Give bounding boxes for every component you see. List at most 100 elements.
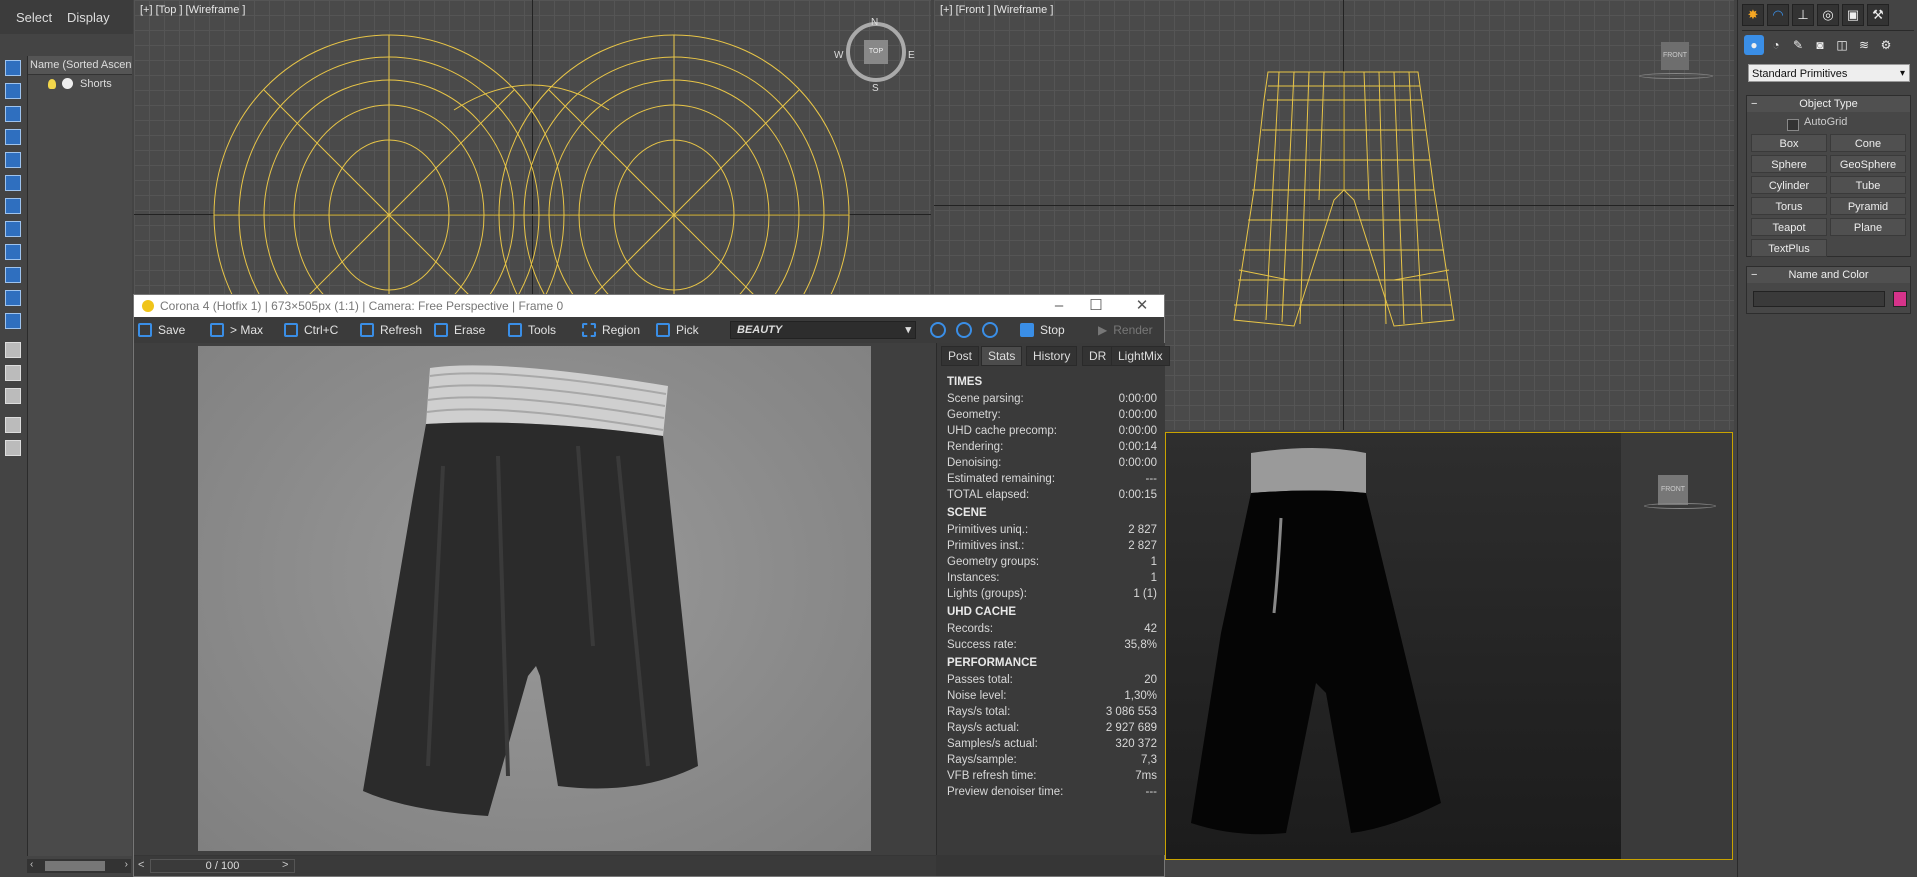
stat-value: 35,8% (1124, 639, 1157, 651)
cameras-category-icon[interactable]: ◙ (1810, 35, 1830, 55)
systems-category-icon[interactable]: ⚙ (1876, 35, 1896, 55)
minimize-icon[interactable]: – (1039, 295, 1079, 317)
viewcube-perspective[interactable]: FRONT (1658, 475, 1688, 505)
spacewarps-category-icon[interactable]: ≋ (1854, 35, 1874, 55)
stop-button[interactable]: Stop (1020, 321, 1065, 339)
filter-icon[interactable] (5, 417, 21, 433)
menu-select[interactable]: Select (16, 10, 52, 25)
scroll-right-icon[interactable]: › (125, 859, 128, 870)
box-button[interactable]: Box (1751, 134, 1827, 152)
display-shapes-icon[interactable] (5, 106, 21, 122)
rendered-image[interactable] (198, 346, 871, 851)
list-item[interactable]: Shorts (28, 75, 132, 93)
history-next-icon[interactable]: > (282, 859, 288, 871)
tab-stats[interactable]: Stats (981, 346, 1023, 366)
render-pass-dropdown[interactable]: BEAUTY ▾ (730, 321, 916, 339)
display-groups-icon[interactable] (5, 221, 21, 237)
viewport-top-label[interactable]: [+] [Top ] [Wireframe ] (140, 4, 245, 16)
display-geometry-icon[interactable] (5, 83, 21, 99)
rollout-header[interactable]: − Object Type (1747, 96, 1910, 112)
refresh-button[interactable]: Refresh (360, 321, 422, 339)
close-icon[interactable]: ✕ (1122, 295, 1162, 317)
select-all-icon[interactable] (5, 60, 21, 76)
zoom-fit-icon[interactable] (982, 322, 998, 338)
display-xrefs-icon[interactable] (5, 244, 21, 260)
display-containers-icon[interactable] (5, 290, 21, 306)
scroll-left-icon[interactable]: ‹ (30, 859, 33, 870)
torus-button[interactable]: Torus (1751, 197, 1827, 215)
stat-key: Preview denoiser time: (947, 786, 1064, 798)
hierarchy-icon[interactable] (5, 365, 21, 381)
utilities-tab-icon[interactable]: ⚒ (1867, 4, 1889, 26)
display-frozen-icon[interactable] (5, 313, 21, 329)
sort-icon[interactable] (5, 440, 21, 456)
viewport-front-label[interactable]: [+] [Front ] [Wireframe ] (940, 4, 1053, 16)
geometry-category-icon[interactable]: ● (1744, 35, 1764, 55)
play-icon: ▶ (1098, 323, 1108, 337)
autogrid-checkbox[interactable] (1787, 119, 1799, 131)
teapot-button[interactable]: Teapot (1751, 218, 1827, 236)
stat-key: Primitives inst.: (947, 540, 1025, 552)
plane-button[interactable]: Plane (1830, 218, 1906, 236)
zoom-in-icon[interactable] (930, 322, 946, 338)
find-icon[interactable] (5, 388, 21, 404)
light-bulb-icon[interactable] (48, 79, 56, 89)
viewcube-top[interactable]: TOP (864, 40, 888, 64)
cone-button[interactable]: Cone (1830, 134, 1906, 152)
tab-history[interactable]: History (1026, 346, 1078, 366)
render-button[interactable]: ▶ Render (1098, 321, 1153, 339)
scrollbar-thumb[interactable] (45, 861, 105, 871)
create-tab-icon[interactable]: ✸ (1742, 4, 1764, 26)
tube-button[interactable]: Tube (1830, 176, 1906, 194)
sphere-button[interactable]: Sphere (1751, 155, 1827, 173)
vfb-titlebar[interactable]: Corona 4 (Hotfix 1) | 673×505px (1:1) | … (134, 295, 1164, 317)
display-lights-icon[interactable] (5, 129, 21, 145)
motion-tab-icon[interactable]: ◎ (1817, 4, 1839, 26)
cylinder-button[interactable]: Cylinder (1751, 176, 1827, 194)
to-max-button[interactable]: > Max (210, 321, 263, 339)
geosphere-button[interactable]: GeoSphere (1830, 155, 1906, 173)
name-column-header[interactable]: Name (Sorted Ascending) (28, 56, 132, 75)
zoom-out-icon[interactable] (956, 322, 972, 338)
erase-button[interactable]: Erase (434, 321, 485, 339)
helpers-category-icon[interactable]: ◫ (1832, 35, 1852, 55)
region-button[interactable]: Region (582, 321, 640, 339)
viewcube-compass[interactable]: TOP (846, 22, 906, 82)
menu-display[interactable]: Display (67, 10, 110, 25)
tab-post[interactable]: Post (941, 346, 980, 366)
layer-icon[interactable] (5, 342, 21, 358)
display-tab-icon[interactable]: ▣ (1842, 4, 1864, 26)
tab-dr[interactable]: DR (1082, 346, 1114, 366)
shapes-category-icon[interactable]: ◔ (1766, 35, 1786, 55)
stat-value: 7,3 (1141, 754, 1157, 766)
vfb-canvas-area[interactable] (134, 343, 936, 855)
maximize-icon[interactable]: ☐ (1076, 295, 1116, 317)
tools-icon (508, 323, 522, 337)
stat-value: 0:00:00 (1118, 393, 1157, 405)
object-name-input[interactable] (1753, 291, 1885, 307)
display-cameras-icon[interactable] (5, 152, 21, 168)
rollout-header[interactable]: − Name and Color (1747, 267, 1910, 283)
viewport-perspective[interactable]: FRONT (1165, 432, 1733, 860)
save-button[interactable]: Save (138, 321, 185, 339)
tools-button[interactable]: Tools (508, 321, 556, 339)
perspective-shorts-render[interactable] (1166, 433, 1621, 859)
pyramid-button[interactable]: Pyramid (1830, 197, 1906, 215)
lights-category-icon[interactable]: ✎ (1788, 35, 1808, 55)
display-bones-icon[interactable] (5, 267, 21, 283)
history-slider[interactable]: 0 / 100 (150, 859, 295, 873)
primitive-category-dropdown[interactable]: Standard Primitives ▾ (1748, 64, 1910, 82)
tab-lightmix[interactable]: LightMix (1111, 346, 1170, 366)
modify-tab-icon[interactable]: ◠ (1767, 4, 1789, 26)
textplus-button[interactable]: TextPlus (1751, 239, 1827, 257)
display-helpers-icon[interactable] (5, 175, 21, 191)
object-color-swatch[interactable] (1893, 291, 1907, 307)
pick-button[interactable]: Pick (656, 321, 699, 339)
viewcube-front[interactable]: FRONT (1661, 42, 1689, 70)
history-prev-icon[interactable]: < (138, 859, 144, 871)
explorer-scrollbar[interactable]: ‹ › (27, 859, 131, 873)
copy-button[interactable]: Ctrl+C (284, 321, 338, 339)
display-spacewarps-icon[interactable] (5, 198, 21, 214)
hierarchy-tab-icon[interactable]: ⊥ (1792, 4, 1814, 26)
visibility-icon[interactable] (62, 78, 73, 89)
